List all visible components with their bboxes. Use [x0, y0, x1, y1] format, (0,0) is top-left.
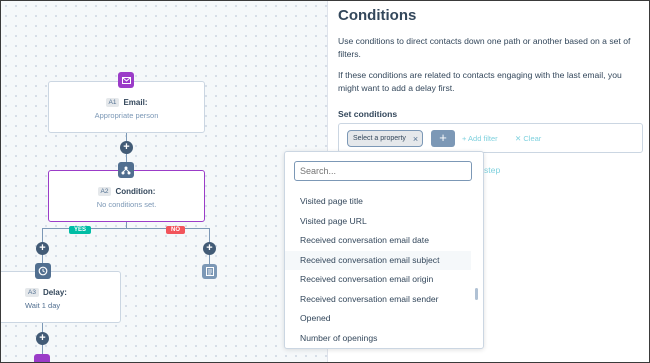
dropdown-option[interactable]: Visited page title [285, 192, 471, 212]
select-property-pill[interactable]: Select a property × [347, 130, 424, 147]
dropdown-option[interactable]: Number of openings [285, 329, 471, 349]
property-dropdown: Visited page title Visited page URL Rece… [284, 151, 484, 349]
node-subtitle: No conditions set. [96, 200, 157, 209]
dropdown-option[interactable]: Visited page URL [285, 212, 471, 232]
add-action-button[interactable]: + [120, 141, 133, 154]
dropdown-scrollbar[interactable] [475, 288, 478, 300]
yes-branch-label: YES [69, 226, 92, 234]
add-condition-button[interactable]: + [431, 130, 455, 147]
node-title: Delay: [42, 288, 67, 297]
node-title: Email: [123, 98, 148, 107]
add-action-no-button[interactable]: + [203, 242, 216, 255]
dropdown-option[interactable]: Received conversation email origin [285, 270, 471, 290]
dropdown-option-hovered[interactable]: Received conversation email subject [285, 250, 471, 270]
email-action-node[interactable]: A1 Email: Appropriate person [48, 81, 205, 133]
connector-line [126, 221, 127, 228]
select-property-label: Select a property [353, 135, 406, 142]
remove-filter-icon[interactable]: × [413, 134, 418, 144]
dropdown-option[interactable]: Received conversation email date [285, 231, 471, 251]
panel-description-delay: If these conditions are related to conta… [338, 70, 622, 93]
branch-icon [118, 162, 134, 178]
node-subtitle: Appropriate person [94, 111, 159, 120]
workflow-canvas[interactable]: A1 Email: Appropriate person + A2 Condit… [1, 1, 328, 362]
no-branch-label: NO [166, 226, 185, 234]
add-action-yes-button[interactable]: + [36, 242, 49, 255]
email-icon [118, 72, 134, 88]
app-frame: A1 Email: Appropriate person + A2 Condit… [0, 0, 650, 363]
action-badge: A3 [25, 288, 39, 297]
clear-link[interactable]: ✕ Clear [515, 134, 541, 143]
action-badge: A2 [97, 187, 112, 196]
action-badge: A1 [105, 98, 120, 107]
add-step-link[interactable]: step [484, 165, 500, 175]
filter-group: Select a property × + + Add filter ✕ Cle… [338, 123, 643, 153]
email-icon [34, 354, 50, 362]
dropdown-option[interactable]: Opened [285, 309, 471, 329]
delay-node[interactable]: A3 Delay: Wait 1 day [1, 271, 121, 323]
node-subtitle: Wait 1 day [25, 301, 61, 310]
panel-title: Conditions [338, 7, 417, 24]
add-action-button[interactable]: + [36, 332, 49, 345]
node-title: Condition: [115, 187, 156, 196]
end-document-icon[interactable] [202, 264, 217, 279]
dropdown-option[interactable]: Received conversation email sender [285, 290, 471, 310]
set-conditions-label: Set conditions [338, 109, 398, 119]
clock-icon [35, 263, 51, 279]
property-search-input[interactable] [294, 161, 472, 181]
add-filter-link[interactable]: + Add filter [462, 134, 498, 143]
panel-description: Use conditions to direct contacts down o… [338, 36, 631, 59]
